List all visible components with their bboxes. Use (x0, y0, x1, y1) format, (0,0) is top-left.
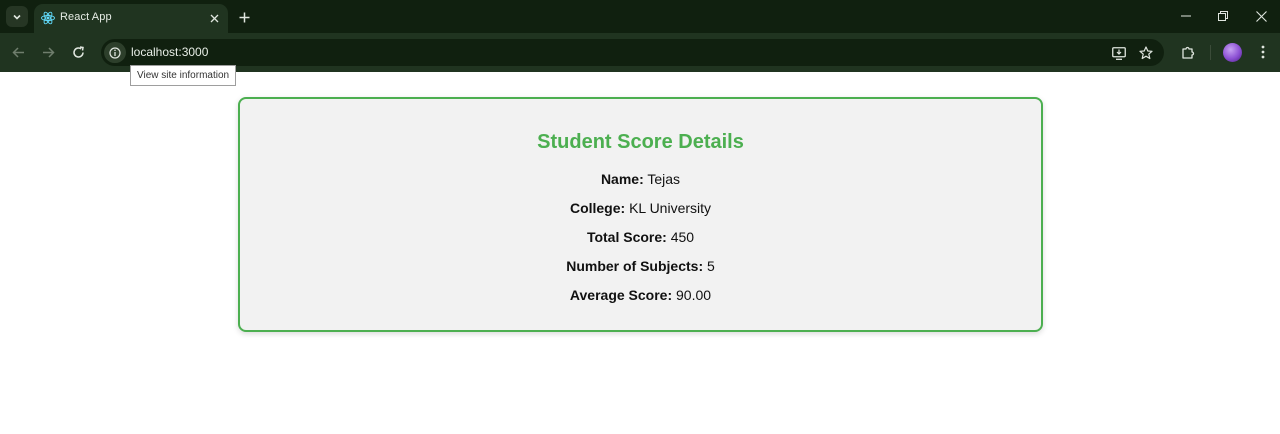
info-icon (109, 46, 121, 59)
detail-value: 450 (670, 229, 695, 245)
toolbar-divider (1210, 45, 1211, 60)
detail-label: Total Score: (586, 229, 667, 245)
page-title: Student Score Details (537, 131, 744, 153)
detail-label: College: (569, 200, 626, 216)
detail-label: Average Score: (569, 287, 673, 303)
back-button[interactable] (8, 42, 28, 62)
tab-close-button[interactable] (206, 10, 222, 26)
url-text[interactable]: localhost:3000 (131, 45, 208, 59)
detail-value: KL University (629, 200, 712, 216)
tab-search-icon (13, 14, 21, 20)
detail-number-of-subjects: Number of Subjects: 5 (240, 258, 1041, 274)
tab-strip: React App (0, 0, 1280, 33)
detail-total-score: Total Score: 450 (240, 229, 1041, 245)
close-icon (210, 14, 218, 22)
install-app-icon (1112, 46, 1126, 60)
tab-search-button[interactable] (6, 6, 28, 27)
star-icon (1139, 46, 1153, 60)
tab-title: React App (60, 11, 112, 23)
back-arrow-icon (11, 46, 24, 58)
active-tab[interactable]: React App (34, 4, 228, 33)
profile-avatar[interactable] (1223, 43, 1242, 62)
window-close-icon (1255, 10, 1267, 22)
reload-button[interactable] (68, 42, 88, 62)
restore-icon (1218, 11, 1228, 21)
window-close-button[interactable] (1249, 6, 1273, 26)
detail-college: College: KL University (240, 200, 1041, 216)
detail-label: Number of Subjects: (566, 258, 704, 274)
detail-value: 90.00 (676, 287, 712, 303)
site-info-tooltip: View site information (130, 65, 237, 86)
forward-button[interactable] (38, 42, 58, 62)
new-tab-button[interactable] (234, 7, 254, 27)
plus-icon (239, 12, 249, 22)
detail-average-score: Average Score: 90.00 (240, 287, 1041, 303)
extensions-button[interactable] (1178, 42, 1198, 62)
detail-name: Name: Tejas (240, 171, 1041, 187)
menu-icon (1261, 45, 1265, 59)
student-score-card: Student Score Details Name: Tejas Colleg… (238, 97, 1043, 332)
react-logo-icon (41, 11, 55, 25)
address-bar[interactable]: localhost:3000 (101, 39, 1164, 66)
browser-menu-button[interactable] (1253, 42, 1273, 62)
detail-value: Tejas (647, 171, 681, 187)
minimize-icon (1181, 15, 1191, 17)
detail-label: Name: (600, 171, 644, 187)
restore-button[interactable] (1211, 6, 1235, 26)
minimize-button[interactable] (1174, 6, 1198, 26)
bookmark-button[interactable] (1137, 44, 1155, 62)
install-app-button[interactable] (1110, 44, 1128, 62)
extensions-icon (1181, 46, 1194, 59)
forward-arrow-icon (42, 46, 55, 58)
reload-icon (72, 45, 84, 58)
site-info-button[interactable] (104, 42, 126, 63)
detail-value: 5 (707, 258, 715, 274)
